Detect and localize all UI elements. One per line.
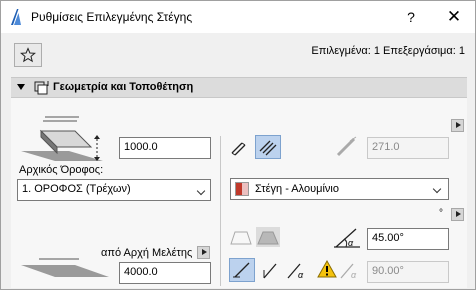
angle-unit-label: ° (439, 208, 443, 219)
expand-panel-button[interactable] (451, 119, 464, 132)
roof-settings-dialog: Ρυθμίσεις Επιλεγμένης Στέγης ? ✕ Επιλεγμ… (0, 0, 476, 290)
vertical-edge-button[interactable] (229, 258, 255, 282)
geometry-section-header[interactable]: Γεωμετρία και Τοποθέτηση (11, 77, 467, 98)
pitch-field[interactable]: 45.00° (367, 228, 449, 250)
svg-text:α: α (351, 270, 357, 280)
edge-straight-icon (233, 262, 250, 278)
chevron-down-icon (196, 186, 206, 196)
custom-angle-edge-icon[interactable]: α (286, 260, 310, 280)
home-story-label: Αρχικός Όροφος: (19, 164, 104, 176)
column-divider (220, 136, 221, 286)
section-title: Γεωμετρία και Τοποθέτηση (53, 81, 194, 93)
favorites-button[interactable] (14, 43, 42, 67)
star-icon (20, 47, 36, 63)
roof-thickness-icon (259, 140, 277, 156)
home-story-value: 1. ΟΡΟΦΟΣ (Τρέχων) (22, 183, 131, 195)
thickness-field[interactable]: 271.0 (367, 137, 449, 159)
help-button[interactable]: ? (399, 5, 423, 29)
perpendicular-edge-icon[interactable] (260, 260, 280, 280)
roof-plane-icon (231, 142, 246, 156)
archicad-logo-icon (11, 9, 21, 25)
material-label: Στέγη - Αλουμίνιο (255, 183, 339, 195)
home-story-offset-field[interactable]: 1000.0 (119, 137, 211, 159)
gable-filled-icon (256, 227, 280, 247)
svg-text:α: α (298, 270, 304, 280)
home-story-select[interactable]: 1. ΟΡΟΦΟΣ (Τρέχων) (17, 179, 211, 201)
roof-offset-illustration-icon (21, 116, 103, 161)
material-select[interactable]: Στέγη - Αλουμίνιο (230, 178, 449, 200)
project-zero-label: από Αρχή Μελέτης (101, 247, 193, 259)
chevron-down-icon (432, 184, 442, 194)
gable-outline-icon (230, 231, 252, 245)
material-swatch (235, 182, 249, 196)
pitch-angle-icon: α (334, 228, 360, 248)
collapse-caret-icon[interactable] (17, 84, 25, 90)
single-plane-button[interactable] (227, 136, 253, 160)
title-bar: Ρυθμίσεις Επιλεγμένης Στέγης ? ✕ (1, 1, 475, 33)
thickness-dimension-icon (336, 136, 357, 157)
svg-text:α: α (348, 238, 354, 248)
thick-plane-button[interactable] (255, 135, 281, 159)
edge-angle-field[interactable]: 90.00° (367, 261, 449, 283)
dialog-title: Ρυθμίσεις Επιλεγμένης Στέγης (31, 10, 193, 24)
reference-level-button[interactable] (197, 246, 210, 259)
close-button[interactable]: ✕ (439, 5, 469, 29)
warning-icon (317, 260, 337, 278)
project-zero-field[interactable]: 4000.0 (119, 262, 211, 284)
angle-options-button[interactable] (451, 208, 464, 221)
selection-count: Επιλεγμένα: 1 Επεξεργάσιμα: 1 (311, 45, 465, 57)
project-zero-illustration-icon (21, 258, 109, 277)
edge-angle-disabled-icon: α (340, 263, 357, 280)
geometry-positioning-icon (34, 81, 49, 95)
